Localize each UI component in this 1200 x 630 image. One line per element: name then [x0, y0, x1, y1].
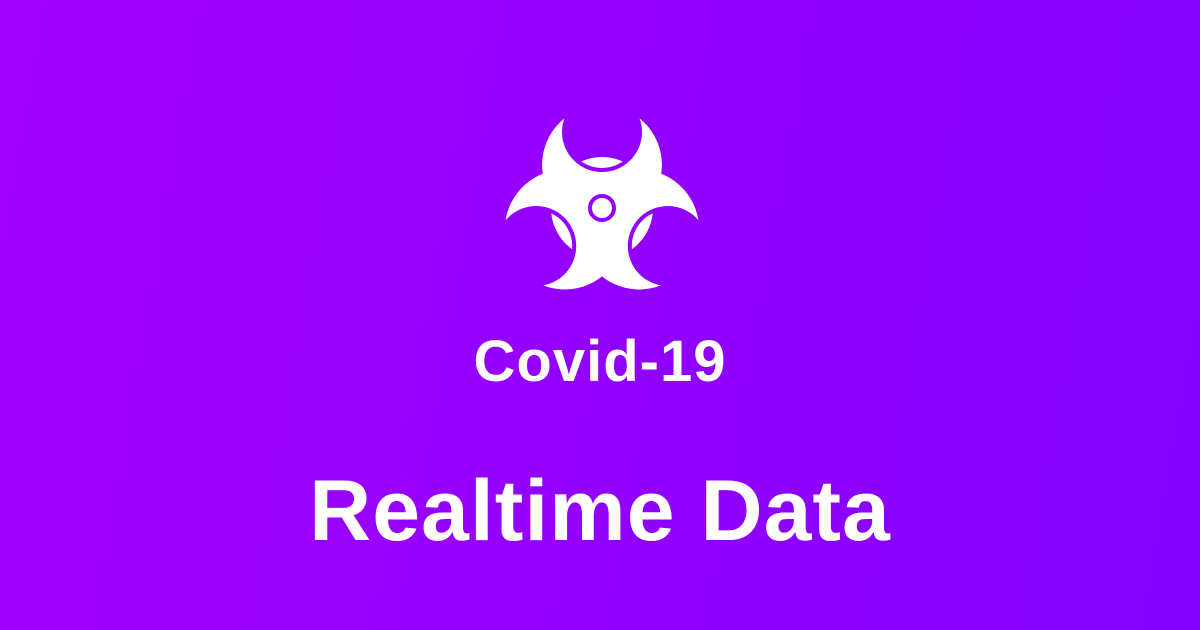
subtitle: Realtime Data [309, 463, 891, 559]
title: Covid-19 [473, 329, 727, 394]
